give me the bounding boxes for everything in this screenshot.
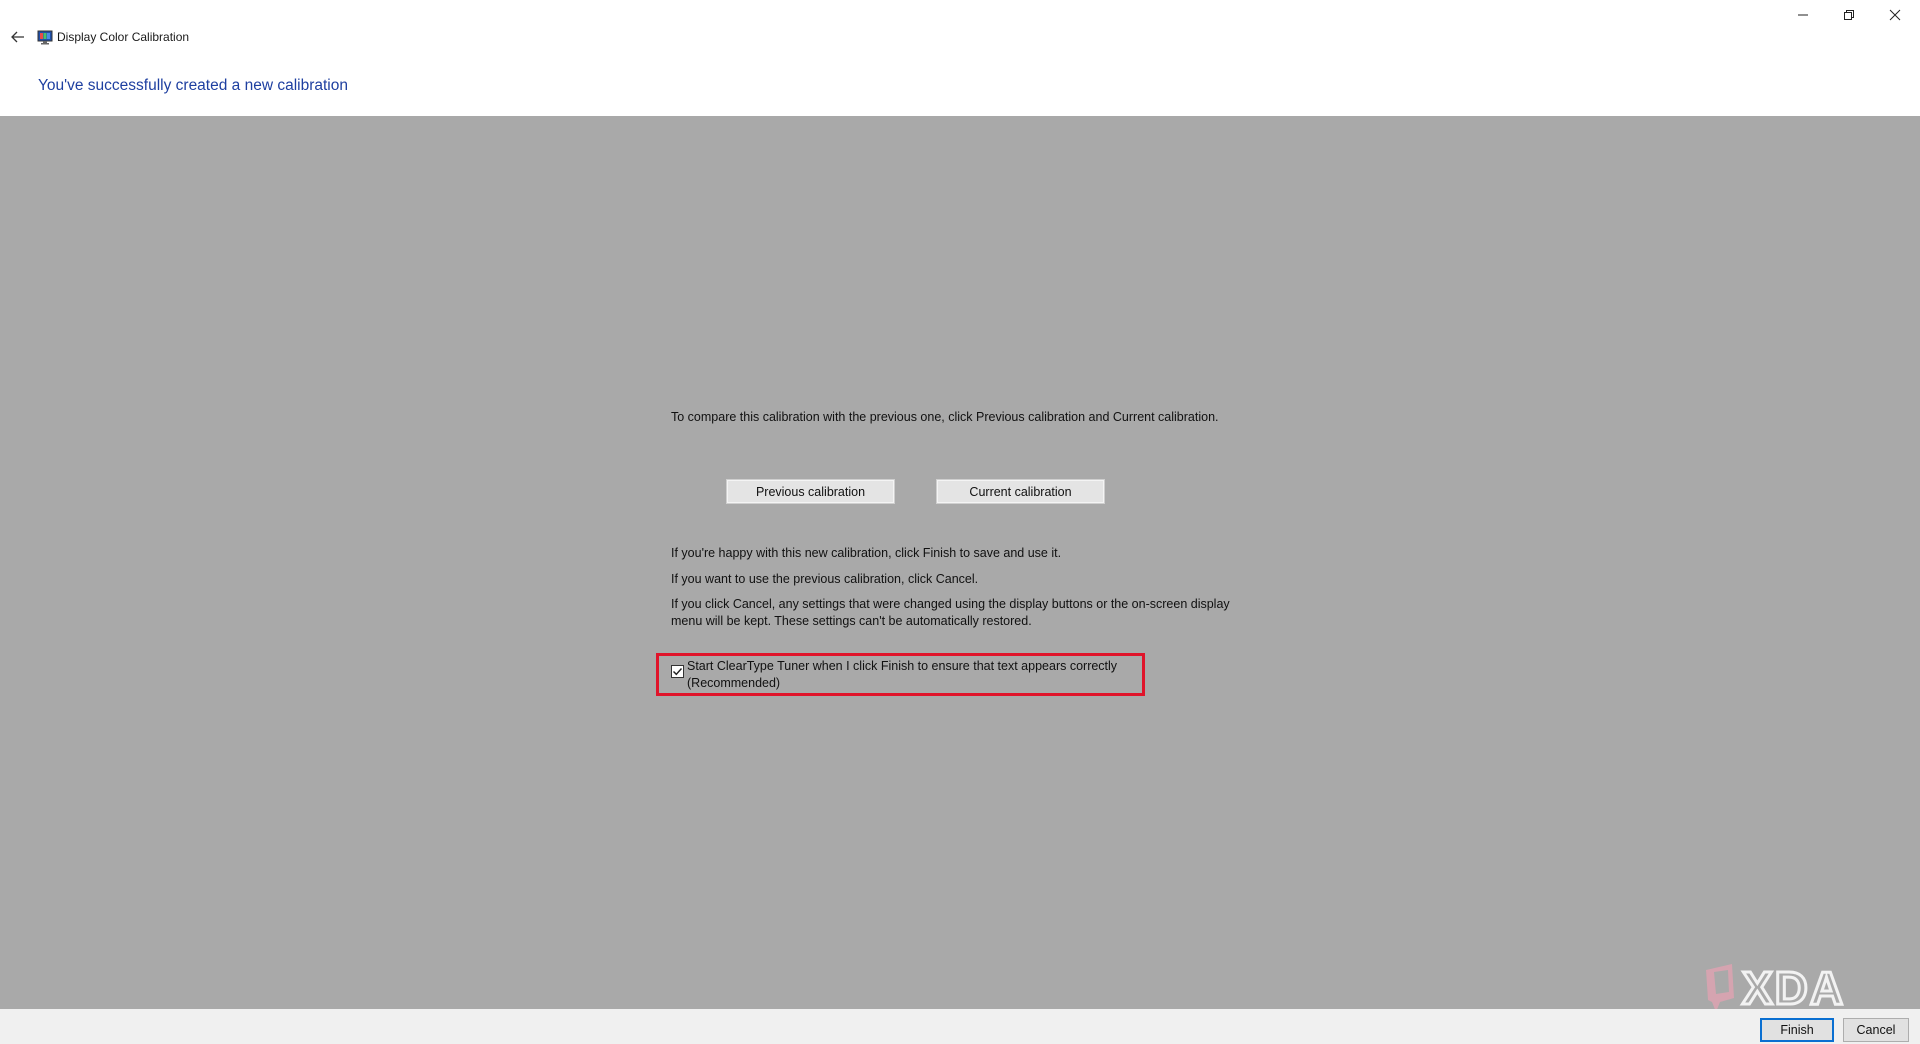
finish-button[interactable]: Finish: [1760, 1018, 1834, 1042]
restore-icon: [1844, 10, 1854, 20]
cleartype-checkbox[interactable]: [671, 665, 684, 678]
display-calibration-icon: [37, 30, 53, 45]
window-header: Display Color Calibration You've success…: [0, 0, 1920, 116]
close-button[interactable]: [1872, 0, 1918, 30]
previous-calibration-button[interactable]: Previous calibration: [726, 479, 895, 504]
compare-instructions: To compare this calibration with the pre…: [671, 410, 1219, 424]
restore-button[interactable]: [1826, 0, 1872, 30]
minimize-button[interactable]: [1780, 0, 1826, 30]
cleartype-option[interactable]: Start ClearType Tuner when I click Finis…: [671, 658, 1141, 692]
close-icon: [1889, 9, 1901, 21]
current-calibration-button[interactable]: Current calibration: [936, 479, 1105, 504]
cancel-button[interactable]: Cancel: [1843, 1018, 1909, 1042]
wizard-footer: Finish Cancel: [0, 1009, 1920, 1044]
cancel-note: If you click Cancel, any settings that w…: [671, 597, 1230, 628]
back-arrow-icon: [11, 31, 24, 43]
calibration-content: To compare this calibration with the pre…: [0, 116, 1920, 1016]
back-button[interactable]: [4, 26, 32, 48]
cleartype-checkbox-label: Start ClearType Tuner when I click Finis…: [687, 659, 1118, 690]
xda-watermark-text: XDA: [1742, 962, 1845, 1014]
checkmark-icon: [673, 668, 683, 676]
cancel-instructions: If you want to use the previous calibrat…: [671, 572, 979, 586]
page-heading: You've successfully created a new calibr…: [38, 77, 348, 94]
finish-instructions: If you're happy with this new calibratio…: [671, 546, 1062, 560]
minimize-icon: [1798, 14, 1808, 16]
window-title: Display Color Calibration: [57, 30, 190, 44]
